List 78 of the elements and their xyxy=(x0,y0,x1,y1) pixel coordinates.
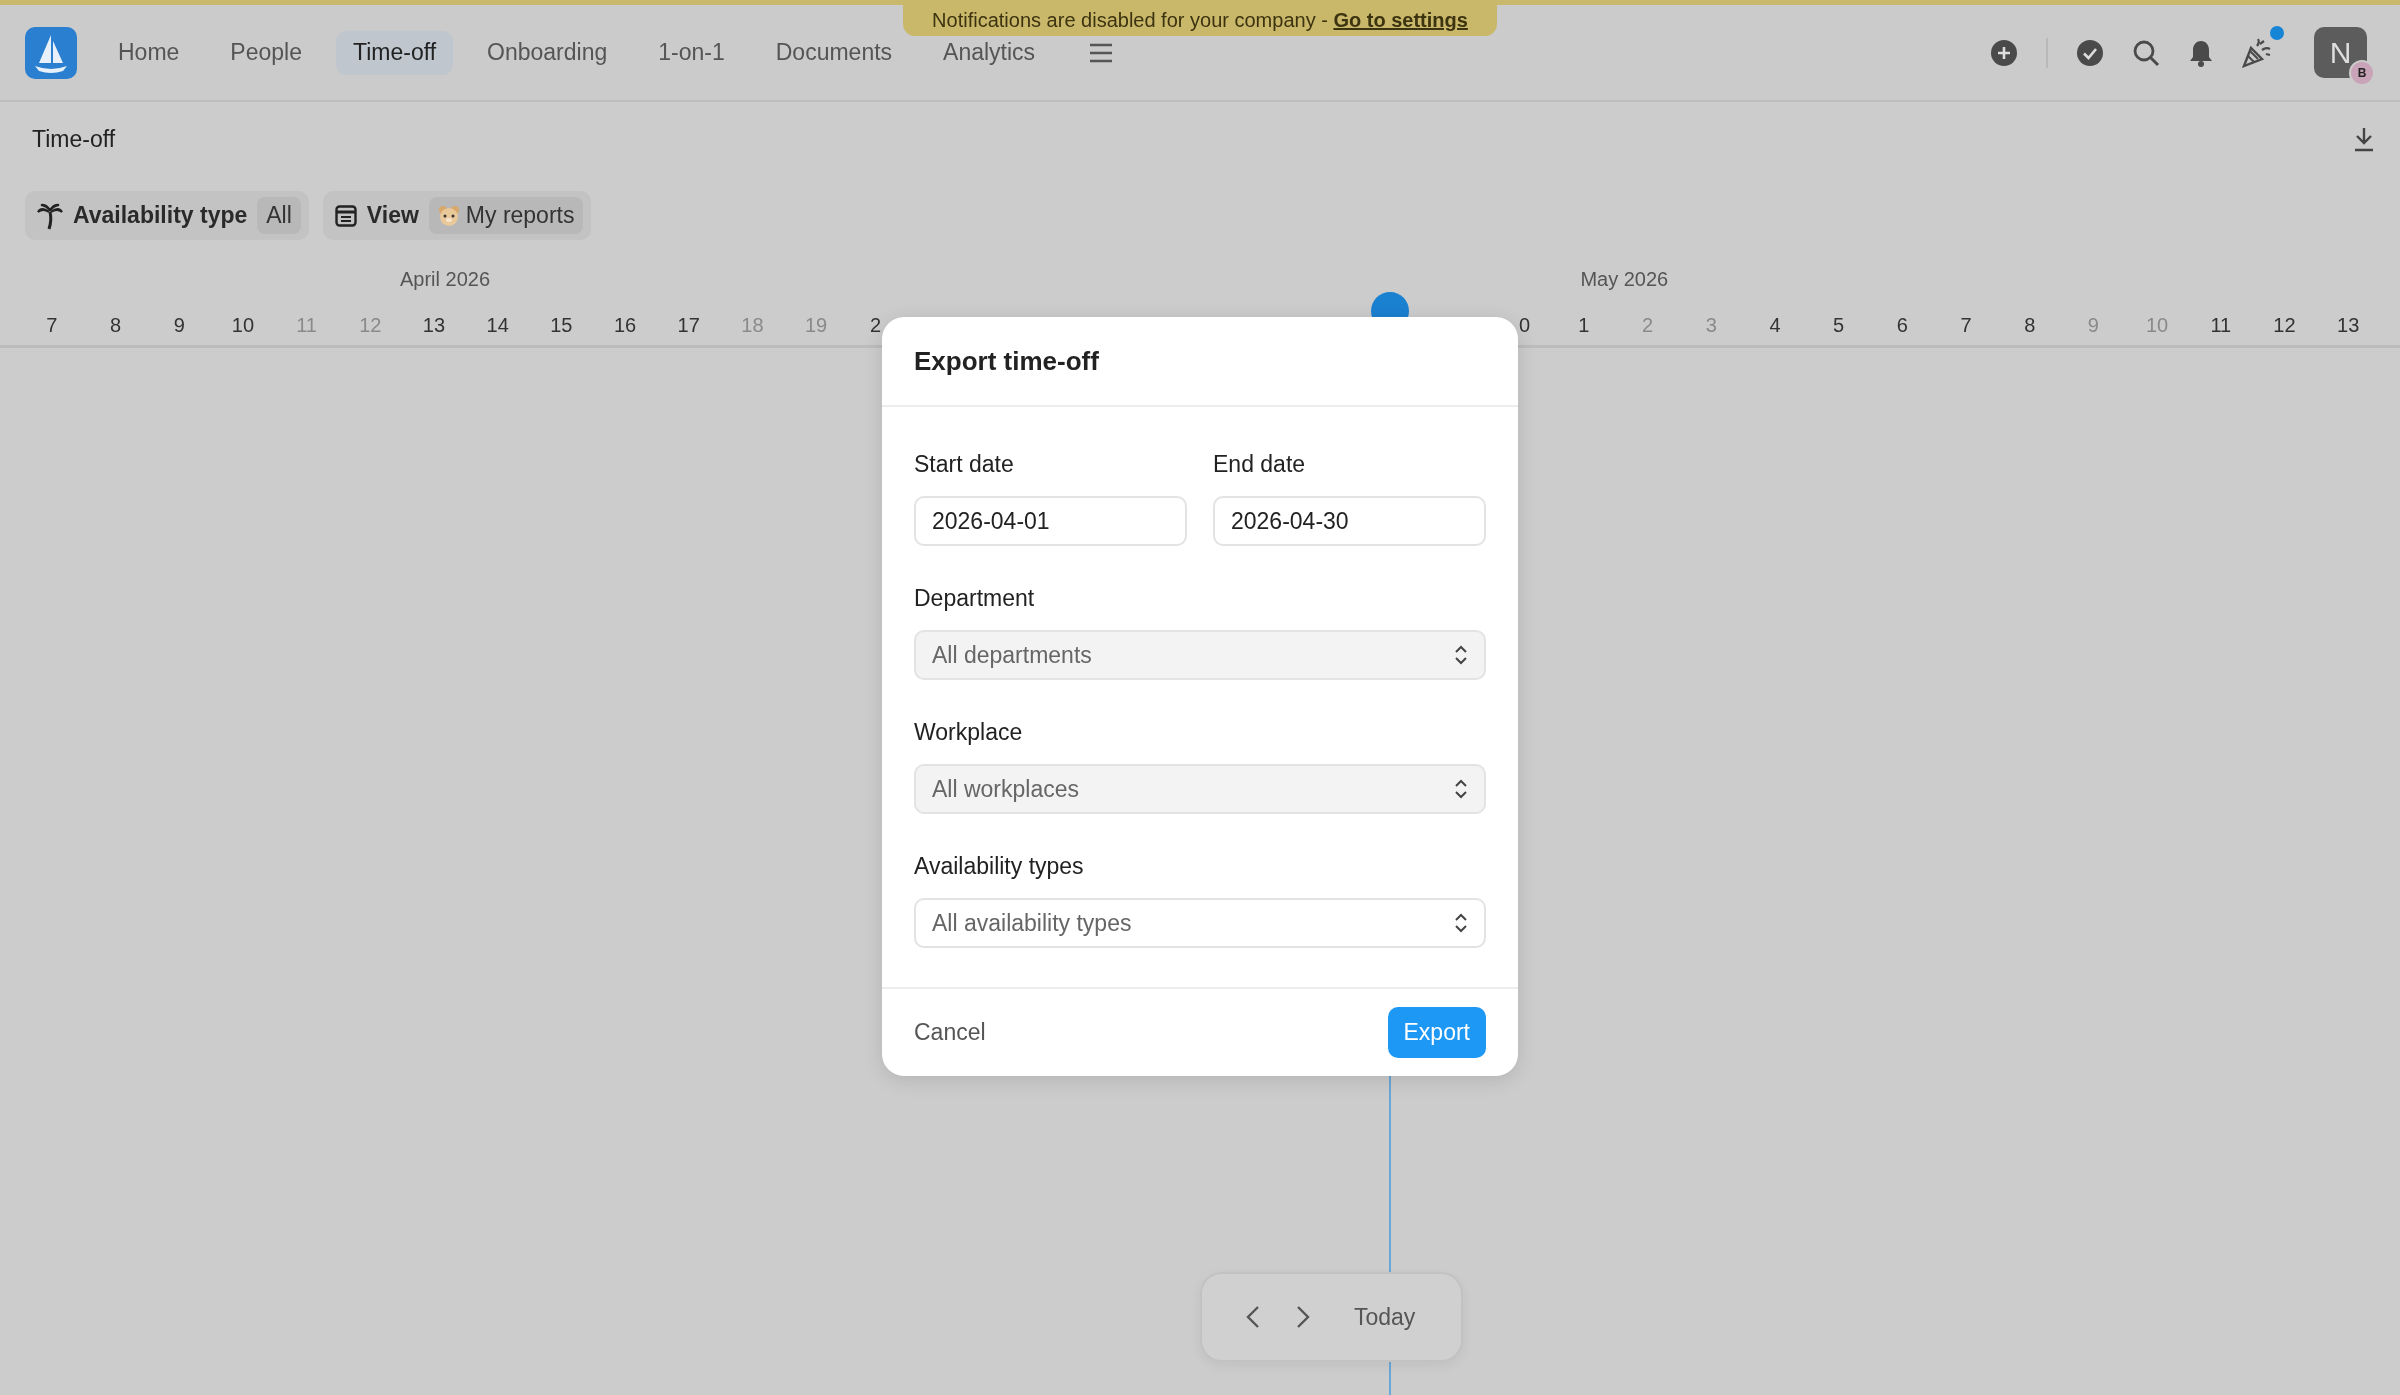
nav-tab[interactable]: People xyxy=(213,30,319,75)
nav-tab[interactable]: Documents xyxy=(758,30,910,75)
filter-label: Availability type xyxy=(73,202,248,229)
export-button[interactable]: Export xyxy=(1387,1007,1486,1058)
field-label: Department xyxy=(914,586,1036,610)
calendar-icon xyxy=(334,204,357,227)
nav-tab[interactable]: Time-off xyxy=(336,30,454,75)
palm-tree-icon xyxy=(37,201,63,230)
day-label: 18 xyxy=(740,314,765,337)
day-label: 10 xyxy=(230,314,256,337)
nav-tab[interactable]: Home xyxy=(101,30,197,75)
filter-chip[interactable]: View My reports xyxy=(322,191,592,240)
field-label: Workplace xyxy=(914,720,1024,744)
app-logo[interactable] xyxy=(25,26,77,79)
month-label: May 2026 xyxy=(1579,268,1670,292)
day-label: 14 xyxy=(485,314,510,337)
day-label: 8 xyxy=(108,314,123,337)
chevron-left-icon xyxy=(1246,1305,1260,1329)
field-label: Availability types xyxy=(914,854,1085,878)
day-label: 12 xyxy=(358,314,383,337)
dialog-title: Export time-off xyxy=(914,345,1099,377)
notification-text: Notifications are disabled for your company - Go to settings xyxy=(932,8,1468,32)
day-label: 11 xyxy=(2209,314,2233,337)
filter-value[interactable]: My reports xyxy=(428,197,584,234)
day-label: 11 xyxy=(295,314,318,337)
day-label: 7 xyxy=(1959,314,1973,337)
menu-icon[interactable] xyxy=(1089,42,1114,63)
nav-tab[interactable]: Onboarding xyxy=(470,30,625,75)
day-label: 5 xyxy=(1832,314,1846,337)
month-label: April 2026 xyxy=(399,268,492,292)
date-field[interactable]: 2026-04-01 xyxy=(914,496,1187,546)
settings-link[interactable]: Go to settings xyxy=(1333,8,1468,31)
nav-tab[interactable]: 1-on-1 xyxy=(641,30,742,75)
day-label: 7 xyxy=(45,314,59,337)
select-field[interactable]: All availability types xyxy=(914,898,1486,948)
filter-label: View xyxy=(366,202,419,229)
up-down-chevron-icon xyxy=(1454,644,1468,666)
select-value: All departments xyxy=(932,641,1092,669)
day-label: 2 xyxy=(1641,314,1655,337)
filter-chip[interactable]: Availability type All xyxy=(25,191,309,240)
cancel-button[interactable]: Cancel xyxy=(898,1007,1002,1058)
day-label: 13 xyxy=(2336,314,2361,337)
day-label: 1 xyxy=(1577,314,1591,337)
hamster-icon xyxy=(437,204,460,227)
date-field[interactable]: 2026-04-30 xyxy=(1213,496,1486,546)
filter-value[interactable]: All xyxy=(257,197,301,234)
today-button[interactable]: Today xyxy=(1350,1297,1420,1337)
party-popper-icon[interactable] xyxy=(2242,37,2272,68)
bell-icon[interactable] xyxy=(2188,38,2214,67)
check-icon[interactable] xyxy=(2076,38,2104,67)
day-label: 8 xyxy=(2023,314,2037,337)
field-label: Start date xyxy=(914,452,1015,476)
select-value: All availability types xyxy=(932,909,1132,937)
day-label: 10 xyxy=(2144,314,2170,337)
day-label: 2 xyxy=(868,314,883,337)
day-label: 19 xyxy=(803,314,829,337)
day-label: 0 xyxy=(1517,314,1532,337)
day-label: 3 xyxy=(1704,314,1718,337)
download-icon[interactable] xyxy=(2353,126,2375,152)
field-label: End date xyxy=(1213,452,1307,476)
avatar-badge: B xyxy=(2349,60,2375,86)
page-title: Time-off xyxy=(32,125,116,153)
nav-tab[interactable]: Analytics xyxy=(926,30,1053,75)
day-label: 4 xyxy=(1768,314,1782,337)
day-label: 15 xyxy=(549,314,574,337)
day-label: 6 xyxy=(1895,314,1909,337)
day-label: 16 xyxy=(612,314,638,337)
day-label: 12 xyxy=(2272,314,2297,337)
day-label: 13 xyxy=(421,314,447,337)
day-label: 9 xyxy=(172,314,186,337)
up-down-chevron-icon xyxy=(1454,778,1468,800)
day-label: 9 xyxy=(2086,314,2100,337)
up-down-chevron-icon xyxy=(1454,912,1468,934)
select-value: All workplaces xyxy=(932,775,1079,803)
add-icon[interactable] xyxy=(1990,38,2018,67)
search-icon[interactable] xyxy=(2132,38,2160,67)
chevron-right-icon xyxy=(1296,1305,1310,1329)
day-label: 17 xyxy=(676,314,701,337)
